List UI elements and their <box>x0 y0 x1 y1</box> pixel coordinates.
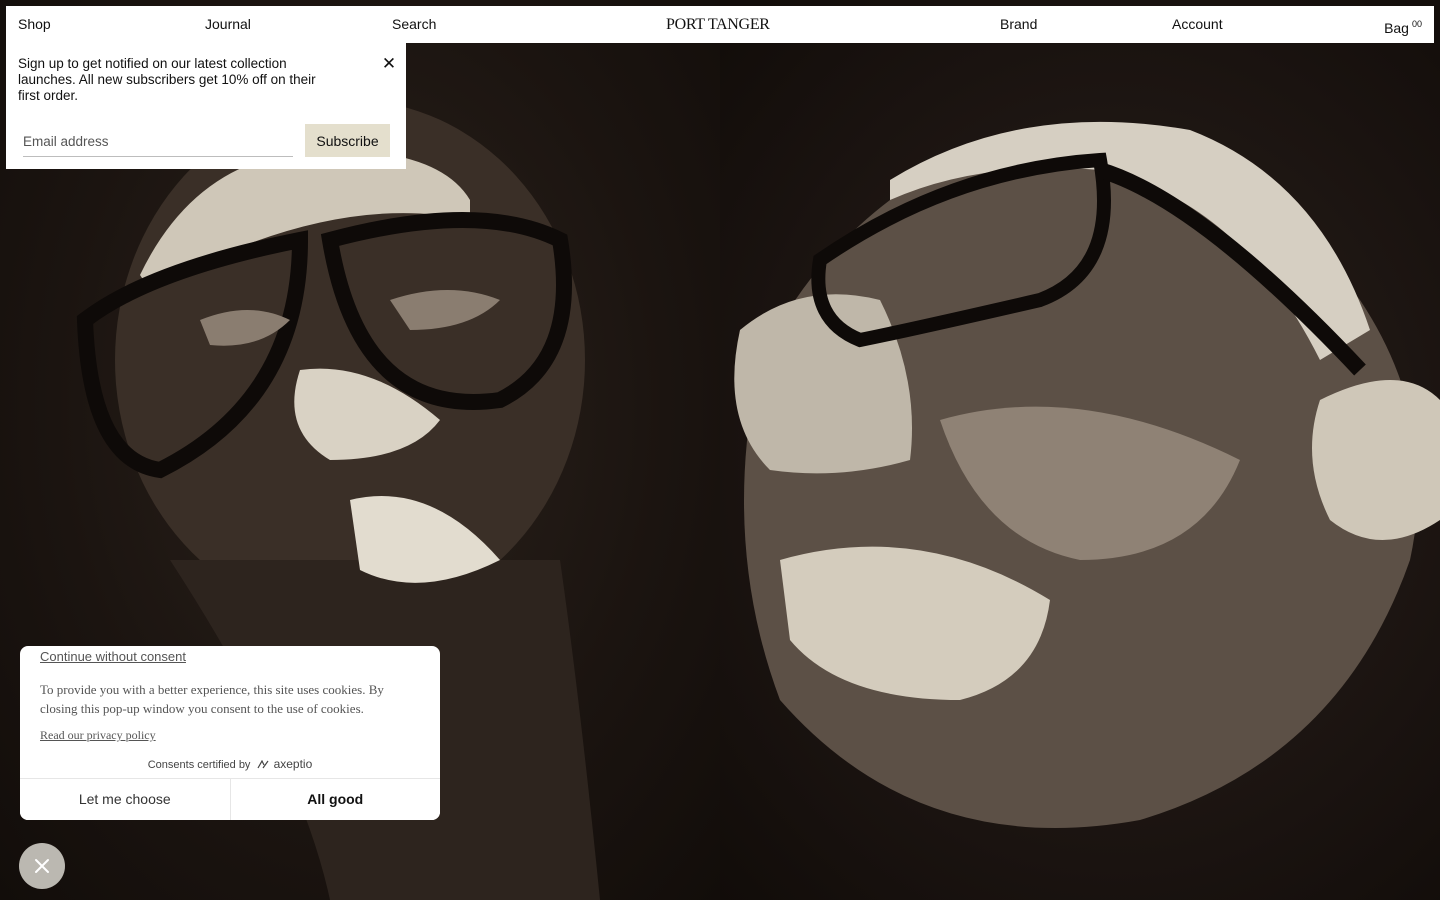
cookie-actions: Let me choose All good <box>20 778 440 820</box>
site-logo[interactable]: PORT TANGER <box>666 6 770 43</box>
nav-search[interactable]: Search <box>392 6 436 43</box>
privacy-policy-link[interactable]: Read our privacy policy <box>40 728 156 743</box>
certified-brand: axeptio <box>273 757 313 771</box>
cookie-consent-banner: Continue without consent To provide you … <box>20 646 440 820</box>
nav-bag[interactable]: Bag 00 <box>1384 6 1422 43</box>
top-navigation: Shop Journal Search PORT TANGER Brand Ac… <box>6 6 1434 43</box>
nav-journal[interactable]: Journal <box>205 6 251 43</box>
close-icon[interactable]: ✕ <box>380 55 398 73</box>
email-field[interactable] <box>23 127 293 157</box>
consent-certification: Consents certified by axeptio <box>20 757 440 771</box>
close-icon <box>35 859 49 873</box>
subscribe-button[interactable]: Subscribe <box>305 124 390 157</box>
let-me-choose-button[interactable]: Let me choose <box>20 779 231 820</box>
nav-shop[interactable]: Shop <box>18 6 51 43</box>
newsletter-popup: Sign up to get notified on our latest co… <box>6 43 406 169</box>
continue-without-consent-link[interactable]: Continue without consent <box>40 649 186 664</box>
portrait-right <box>734 121 1440 828</box>
accept-all-button[interactable]: All good <box>230 779 440 820</box>
bag-count: 00 <box>1411 19 1422 29</box>
nav-bag-label: Bag <box>1384 20 1409 36</box>
certified-label: Consents certified by <box>147 759 251 771</box>
nav-brand[interactable]: Brand <box>1000 6 1037 43</box>
cookie-toggle-button[interactable] <box>19 843 65 889</box>
nav-account[interactable]: Account <box>1172 6 1223 43</box>
hero-image-right <box>720 0 1440 900</box>
newsletter-text: Sign up to get notified on our latest co… <box>18 56 316 103</box>
axeptio-logo-icon <box>256 760 268 769</box>
cookie-text: To provide you with a better experience,… <box>40 682 384 716</box>
